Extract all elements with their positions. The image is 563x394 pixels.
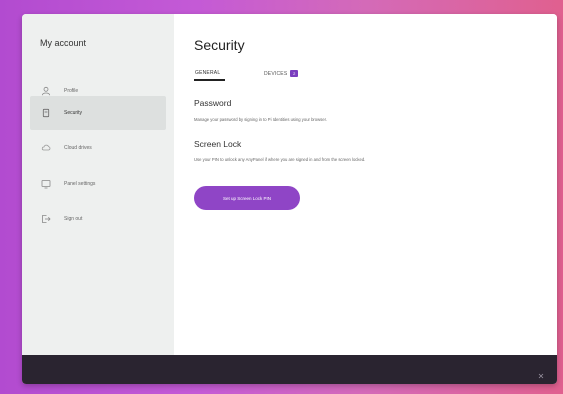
- sidebar: My account Profile Security Cloud drives…: [22, 14, 174, 355]
- tab-general[interactable]: GENERAL: [195, 70, 220, 76]
- sidebar-item-label: Cloud drives: [64, 145, 92, 151]
- page-title: Security: [194, 37, 245, 53]
- account-window: My account Profile Security Cloud drives…: [22, 14, 557, 384]
- panel-settings-icon: [40, 178, 52, 190]
- bottom-bar: [22, 355, 557, 384]
- sidebar-title: My account: [40, 38, 87, 48]
- tab-active-indicator: [194, 79, 225, 81]
- password-description: Manage your password by signing in to Pi…: [194, 117, 327, 122]
- sidebar-item-label: Profile: [64, 88, 79, 94]
- set-up-screen-lock-pin-button[interactable]: Set up Screen Lock PIN: [194, 186, 300, 210]
- sidebar-item-panel-settings[interactable]: Panel settings: [30, 167, 166, 201]
- cloud-icon: [40, 142, 52, 154]
- screen-lock-description: Use your PIN to unlock any AnyPanel if w…: [194, 157, 366, 162]
- sidebar-item-label: Security: [64, 110, 83, 116]
- shield-icon: [40, 107, 52, 119]
- sidebar-item-sign-out[interactable]: Sign out: [30, 202, 166, 236]
- close-icon[interactable]: [538, 366, 544, 379]
- password-heading: Password: [194, 98, 232, 108]
- sidebar-item-cloud-drives[interactable]: Cloud drives: [30, 131, 166, 165]
- sidebar-item-label: Panel settings: [64, 181, 96, 187]
- sidebar-item-label: Sign out: [64, 216, 83, 222]
- tab-devices[interactable]: DEVICES 2: [264, 70, 299, 77]
- screen-lock-heading: Screen Lock: [194, 139, 242, 149]
- tab-label: DEVICES: [264, 70, 288, 77]
- main-content: Security GENERAL DEVICES 2 Password Mana…: [174, 14, 557, 355]
- devices-count-badge: 2: [290, 70, 299, 77]
- sign-out-icon: [40, 213, 52, 225]
- sidebar-item-security[interactable]: Security: [30, 96, 166, 130]
